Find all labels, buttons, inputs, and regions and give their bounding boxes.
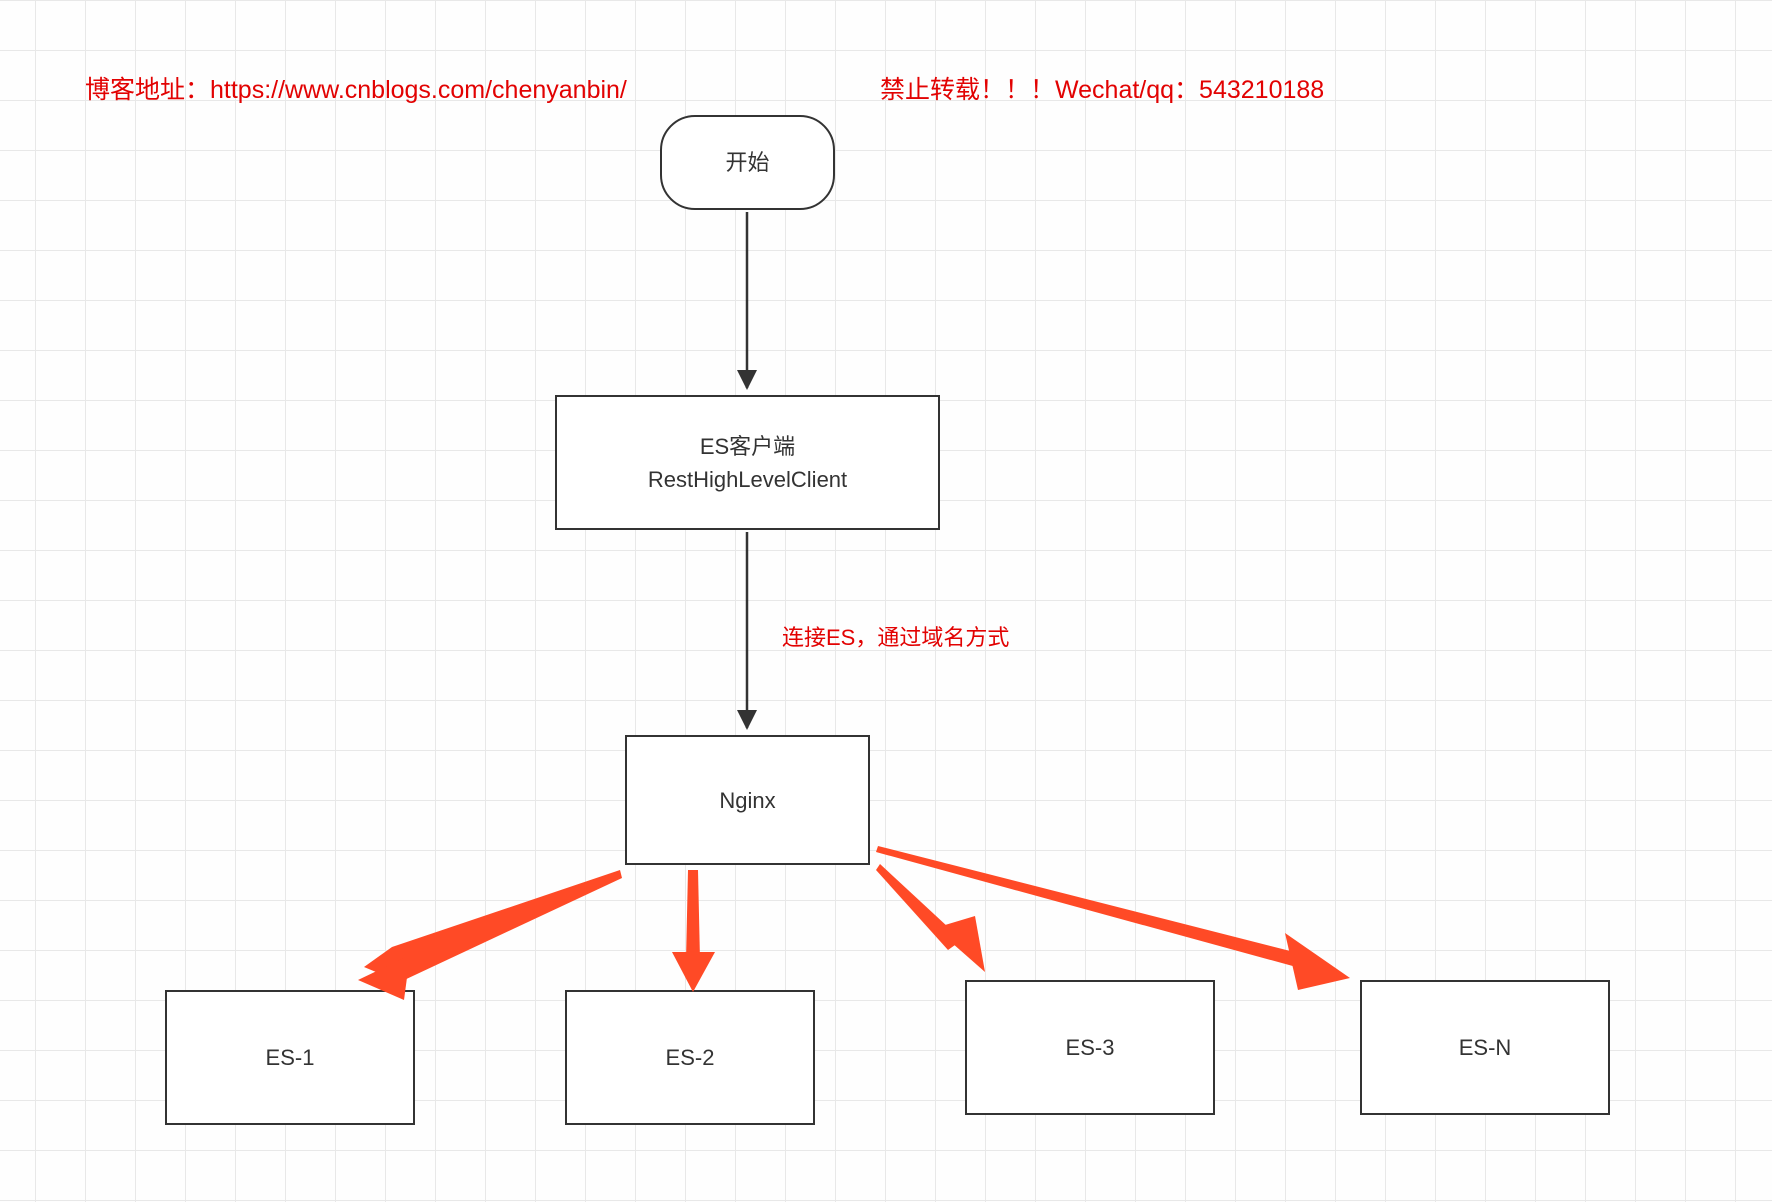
blog-address-label: 博客地址：https://www.cnblogs.com/chenyanbin/ bbox=[85, 70, 627, 106]
es2-node-label: ES-2 bbox=[666, 1041, 715, 1074]
esn-node: ES-N bbox=[1360, 980, 1610, 1115]
esn-node-label: ES-N bbox=[1459, 1031, 1512, 1064]
es-client-line1: ES客户端 bbox=[700, 430, 795, 463]
connect-es-label: 连接ES，通过域名方式 bbox=[782, 620, 1009, 652]
copyright-label: 禁止转载！！！Wechat/qq：543210188 bbox=[880, 70, 1324, 106]
es2-node: ES-2 bbox=[565, 990, 815, 1125]
es-client-line2: RestHighLevelClient bbox=[648, 463, 847, 496]
nginx-node: Nginx bbox=[625, 735, 870, 865]
start-node: 开始 bbox=[660, 115, 835, 210]
es3-node: ES-3 bbox=[965, 980, 1215, 1115]
es1-node-label: ES-1 bbox=[266, 1041, 315, 1074]
start-node-label: 开始 bbox=[725, 146, 769, 179]
es3-node-label: ES-3 bbox=[1066, 1031, 1115, 1064]
es-client-node: ES客户端 RestHighLevelClient bbox=[555, 395, 940, 530]
nginx-node-label: Nginx bbox=[719, 784, 775, 817]
es1-node: ES-1 bbox=[165, 990, 415, 1125]
